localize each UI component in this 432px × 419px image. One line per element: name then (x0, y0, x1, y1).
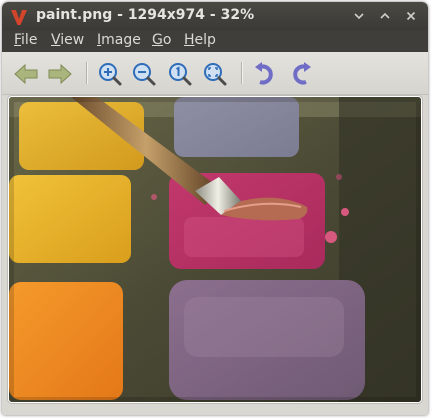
zoom-in-icon (99, 63, 122, 86)
maximize-button[interactable] (374, 6, 396, 26)
zoom-normal-button[interactable] (166, 60, 194, 88)
menu-help[interactable]: Help (184, 32, 216, 48)
toolbar-separator (241, 62, 243, 84)
menu-view[interactable]: View (51, 32, 84, 48)
rotate-right-icon (293, 62, 311, 85)
image-canvas[interactable] (8, 96, 422, 403)
title-bar[interactable]: paint.png - 1294x974 - 32% (2, 2, 428, 30)
menu-view-label: iew (60, 32, 85, 48)
menu-go-mnemonic: G (152, 32, 163, 48)
menu-go-label: o (162, 32, 172, 48)
rotate-right-button[interactable] (287, 60, 315, 88)
status-bar (2, 405, 428, 415)
close-button[interactable] (400, 6, 422, 26)
paint-palette-photo (9, 97, 421, 402)
image-viewer-window: paint.png - 1294x974 - 32% File View Ima… (2, 2, 428, 415)
chevron-down-icon (354, 13, 364, 20)
menu-file-label: ile (21, 32, 38, 48)
forward-arrow-icon (48, 63, 72, 85)
zoom-fit-button[interactable] (201, 60, 229, 88)
zoom-in-button[interactable] (96, 60, 124, 88)
back-arrow-icon (14, 63, 38, 85)
zoom-out-button[interactable] (130, 60, 158, 88)
zoom-out-icon (133, 63, 156, 86)
menu-help-mnemonic: H (184, 32, 195, 48)
forward-button[interactable] (46, 60, 74, 88)
toolbar-separator (86, 62, 88, 84)
menu-bar: File View Image Go Help (2, 30, 428, 52)
menu-go[interactable]: Go (152, 32, 171, 48)
window-title: paint.png - 1294x974 - 32% (36, 7, 255, 23)
zoom-fit-icon (204, 63, 227, 86)
toolbar (2, 52, 428, 95)
rotate-left-button[interactable] (251, 60, 279, 88)
rotate-left-icon (255, 62, 273, 85)
menu-view-mnemonic: V (51, 32, 61, 48)
back-button[interactable] (12, 60, 40, 88)
menu-file[interactable]: File (14, 32, 37, 48)
menu-image[interactable]: Image (97, 32, 141, 48)
chevron-up-icon (380, 12, 390, 19)
window-controls (346, 6, 426, 26)
zoom-normal-icon (169, 63, 192, 86)
menu-file-mnemonic: F (14, 32, 22, 48)
menu-help-label: elp (194, 32, 216, 48)
minimize-button[interactable] (348, 6, 370, 26)
close-icon (406, 11, 416, 21)
menu-image-label: mage (101, 32, 141, 48)
app-logo-icon (11, 10, 27, 25)
